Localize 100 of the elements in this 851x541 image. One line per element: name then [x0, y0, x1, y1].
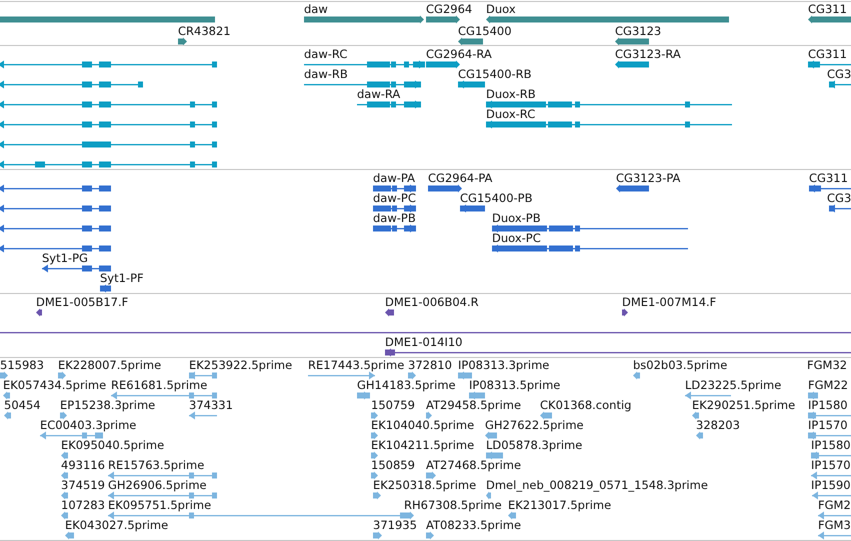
feature-glyph[interactable]: [385, 348, 851, 357]
feature-label: IP1580: [811, 439, 851, 452]
feature-label: RE15763.5prime: [108, 459, 204, 472]
feature-label: CG15400-RB: [458, 68, 532, 81]
feature-label: CR43821: [178, 25, 231, 38]
feature-label: DME1-014I10: [385, 336, 462, 349]
feature-label: EK104211.5prime: [371, 439, 474, 452]
feature-label: 150759: [371, 399, 415, 412]
feature-label: Dmel_neb_008219_0571_1548.3prime: [486, 479, 708, 492]
feature-label: IP08313.5prime: [469, 379, 560, 392]
feature-glyph[interactable]: [357, 100, 421, 109]
feature-glyph[interactable]: [0, 15, 215, 24]
feature-label: CG3123-PA: [616, 172, 680, 185]
feature-label: Duox: [486, 3, 516, 16]
feature-label: Duox-RC: [486, 108, 536, 121]
feature-glyph[interactable]: [0, 160, 217, 169]
feature-glyph[interactable]: [426, 15, 460, 24]
feature-glyph[interactable]: [100, 284, 111, 293]
feature-glyph[interactable]: [373, 204, 416, 213]
feature-label: DME1-007M14.F: [622, 296, 716, 309]
feature-glyph[interactable]: [486, 15, 729, 24]
feature-label: DME1-005B17.F: [36, 296, 128, 309]
feature-label: FGM22: [808, 379, 848, 392]
feature-label: CG15400-PB: [460, 192, 532, 205]
feature-label: AT27468.5prime: [426, 459, 522, 472]
feature-glyph[interactable]: [304, 15, 424, 24]
feature-label: Syt1-PF: [100, 272, 144, 285]
feature-label: 515983: [0, 359, 44, 372]
feature-label: EK104040.5prime: [371, 419, 474, 432]
feature-label: EC00403.3prime: [40, 419, 136, 432]
feature-glyph[interactable]: [829, 80, 851, 89]
feature-label: IP1590: [811, 479, 851, 492]
feature-glyph[interactable]: [304, 60, 425, 69]
feature-label: 328203: [696, 419, 740, 432]
feature-glyph[interactable]: [458, 80, 485, 89]
feature-label: EK290251.5prime: [692, 399, 796, 412]
feature-label: FGM32: [807, 359, 848, 372]
feature-label: CG2964: [426, 3, 472, 16]
feature-label: CG3123-RA: [615, 48, 681, 61]
feature-glyph[interactable]: [0, 60, 217, 69]
feature-glyph[interactable]: [809, 184, 851, 193]
feature-glyph[interactable]: [0, 244, 111, 253]
feature-label: EK095751.5prime: [108, 499, 212, 512]
feature-glyph[interactable]: [458, 37, 483, 45]
feature-label: FGM3: [818, 519, 851, 532]
feature-label: CK01368.contig: [540, 399, 632, 412]
feature-glyph[interactable]: [615, 60, 649, 69]
feature-glyph[interactable]: [486, 100, 732, 109]
feature-label: IP08313.3prime: [458, 359, 550, 372]
feature-label: CG3123: [615, 25, 662, 38]
feature-label: CG15400: [458, 25, 512, 38]
feature-label: 374331: [189, 399, 233, 412]
feature-glyph[interactable]: [616, 184, 649, 193]
feature-label: CG3: [827, 68, 851, 81]
feature-label: CG311: [808, 48, 847, 61]
feature-label: 374519: [61, 479, 105, 492]
feature-label: IP1570: [811, 459, 851, 472]
feature-label: RE61681.5prime: [111, 379, 208, 392]
feature-glyph[interactable]: [36, 308, 42, 317]
feature-glyph[interactable]: [0, 224, 111, 233]
feature-glyph[interactable]: [428, 184, 462, 193]
feature-glyph[interactable]: [385, 308, 394, 317]
feature-glyph[interactable]: [0, 140, 217, 149]
feature-label: AT08233.5prime: [426, 519, 522, 532]
feature-glyph[interactable]: [486, 120, 732, 129]
feature-label: daw-RC: [304, 48, 348, 61]
feature-glyph[interactable]: [808, 60, 851, 69]
feature-glyph[interactable]: [615, 37, 649, 45]
feature-glyph[interactable]: [426, 60, 460, 69]
feature-glyph[interactable]: [0, 184, 111, 193]
feature-glyph[interactable]: [829, 204, 851, 213]
feature-label: daw-PA: [373, 172, 415, 185]
feature-glyph[interactable]: [373, 224, 416, 233]
feature-glyph[interactable]: [0, 204, 111, 213]
feature-label: GH26906.5prime: [108, 479, 207, 492]
feature-label: FGM2: [818, 499, 851, 512]
feature-label: GH27622.5prime: [485, 419, 584, 432]
feature-glyph[interactable]: [373, 184, 416, 193]
feature-glyph[interactable]: [460, 204, 485, 213]
feature-glyph[interactable]: [178, 37, 187, 45]
feature-glyph[interactable]: [42, 264, 111, 273]
feature-label: Duox-PC: [492, 232, 541, 245]
feature-label: IP1570: [808, 419, 848, 432]
feature-label: CG311: [809, 172, 848, 185]
feature-label: EK057434.5prime: [3, 379, 106, 392]
feature-glyph[interactable]: [0, 80, 143, 89]
feature-label: EK095040.5prime: [61, 439, 164, 452]
feature-label: CG311: [808, 3, 847, 16]
feature-label: EK253922.5prime: [189, 359, 292, 372]
feature-label: LD05878.3prime: [486, 439, 582, 452]
feature-glyph[interactable]: [622, 308, 628, 317]
feature-label: CG3: [827, 192, 851, 205]
feature-glyph[interactable]: [0, 100, 217, 109]
feature-glyph[interactable]: [304, 80, 421, 89]
feature-glyph[interactable]: [492, 244, 688, 253]
feature-glyph[interactable]: [492, 224, 688, 233]
feature-label: 372810: [408, 359, 452, 372]
feature-glyph[interactable]: [0, 120, 217, 129]
feature-label: RH67308.5prime: [404, 499, 502, 512]
feature-glyph[interactable]: [808, 15, 851, 24]
